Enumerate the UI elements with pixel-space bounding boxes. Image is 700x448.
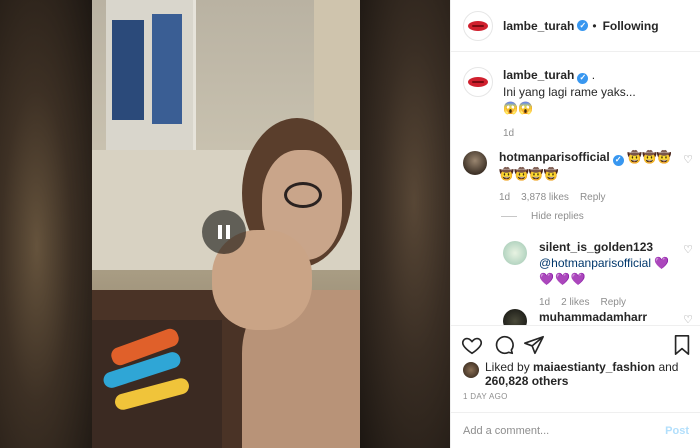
reply-hearts: 💜 [654, 256, 671, 270]
caption: lambe_turah ✓ . Ini yang lagi rame yaks..… [463, 67, 693, 142]
lips-logo-icon [468, 20, 488, 31]
reply-button[interactable]: Reply [580, 190, 606, 206]
comment-time[interactable]: 1d [499, 190, 510, 206]
avatar[interactable] [463, 10, 493, 41]
like-comment-heart-icon[interactable]: ♡ [683, 153, 693, 166]
avatar[interactable] [463, 151, 487, 175]
reply-item: silent_is_golden123 @hotmanparisofficial… [503, 239, 693, 311]
comments-list[interactable]: lambe_turah ✓ . Ini yang lagi rame yaks..… [451, 53, 700, 325]
media-blur-left [0, 0, 92, 448]
pause-icon [218, 225, 222, 239]
verified-badge-icon: ✓ [577, 20, 589, 31]
reply-item: muhammadamharr ♡ [503, 309, 693, 325]
caption-text: Ini yang lagi rame yaks... [503, 84, 636, 99]
lips-logo-icon [468, 77, 488, 87]
caption-suffix: . [591, 68, 596, 82]
header-username[interactable]: lambe_turah [503, 19, 574, 33]
avatar[interactable] [463, 362, 479, 378]
hide-replies-button[interactable]: Hide replies [501, 211, 584, 222]
comment-emojis: 🤠🤠🤠 [627, 150, 672, 164]
comment-username[interactable]: hotmanparisofficial [499, 150, 610, 164]
caption-time[interactable]: 1d [503, 126, 636, 142]
reply-username[interactable]: silent_is_golden123 [539, 240, 653, 254]
post-header: lambe_turah ✓ • Following [451, 0, 700, 52]
video-scene-pane [152, 14, 182, 124]
hide-replies-line [501, 216, 517, 217]
comment-bubble-icon[interactable] [493, 334, 515, 356]
pause-button[interactable] [202, 210, 246, 254]
following-button[interactable]: Following [603, 19, 659, 33]
like-comment-heart-icon[interactable]: ♡ [683, 243, 693, 256]
video-scene-pane [112, 20, 144, 120]
comment-likes[interactable]: 3,878 likes [521, 190, 569, 206]
like-comment-heart-icon[interactable]: ♡ [683, 313, 693, 325]
liked-by-user[interactable]: maiaestianty_fashion [533, 360, 655, 374]
pause-icon [226, 225, 230, 239]
post-date[interactable]: 1 DAY AGO [463, 392, 508, 401]
like-heart-icon[interactable] [461, 334, 483, 356]
liked-by-prefix: Liked by [485, 360, 530, 374]
liked-by: Liked by maiaestianty_fashion and 260,82… [463, 360, 693, 388]
reply-mention[interactable]: @hotmanparisofficial [539, 256, 651, 270]
post-media [0, 0, 450, 448]
caption-emojis: 😱😱 [503, 100, 533, 115]
post-actions-bar [451, 325, 700, 361]
verified-badge-icon: ✓ [612, 154, 624, 166]
header-separator: • [592, 18, 597, 33]
liked-by-and: and [658, 360, 679, 374]
post-side-panel: lambe_turah ✓ • Following lambe_turah ✓ .… [450, 0, 700, 448]
reply-hearts: 💜💜💜 [539, 272, 587, 286]
video-scene-glasses [284, 182, 322, 208]
comment-item: hotmanparisofficial ✓ 🤠🤠🤠 🤠🤠🤠🤠 1d 3,878 l… [463, 149, 693, 206]
reply-username[interactable]: muhammadamharr [539, 310, 647, 324]
liked-by-count[interactable]: 260,828 others [485, 374, 568, 388]
bookmark-icon[interactable] [671, 334, 693, 356]
avatar[interactable] [503, 309, 527, 325]
comment-emojis: 🤠🤠🤠🤠 [499, 166, 559, 181]
caption-username[interactable]: lambe_turah [503, 68, 574, 82]
avatar[interactable] [463, 67, 493, 97]
post-button[interactable]: Post [665, 425, 689, 437]
add-comment-input[interactable] [463, 424, 643, 437]
media-blur-right [360, 0, 450, 448]
share-paper-plane-icon[interactable] [523, 334, 545, 356]
hide-replies-label: Hide replies [531, 211, 584, 222]
verified-badge-icon: ✓ [577, 72, 589, 84]
avatar[interactable] [503, 241, 527, 265]
add-comment-bar: Post [451, 412, 700, 448]
